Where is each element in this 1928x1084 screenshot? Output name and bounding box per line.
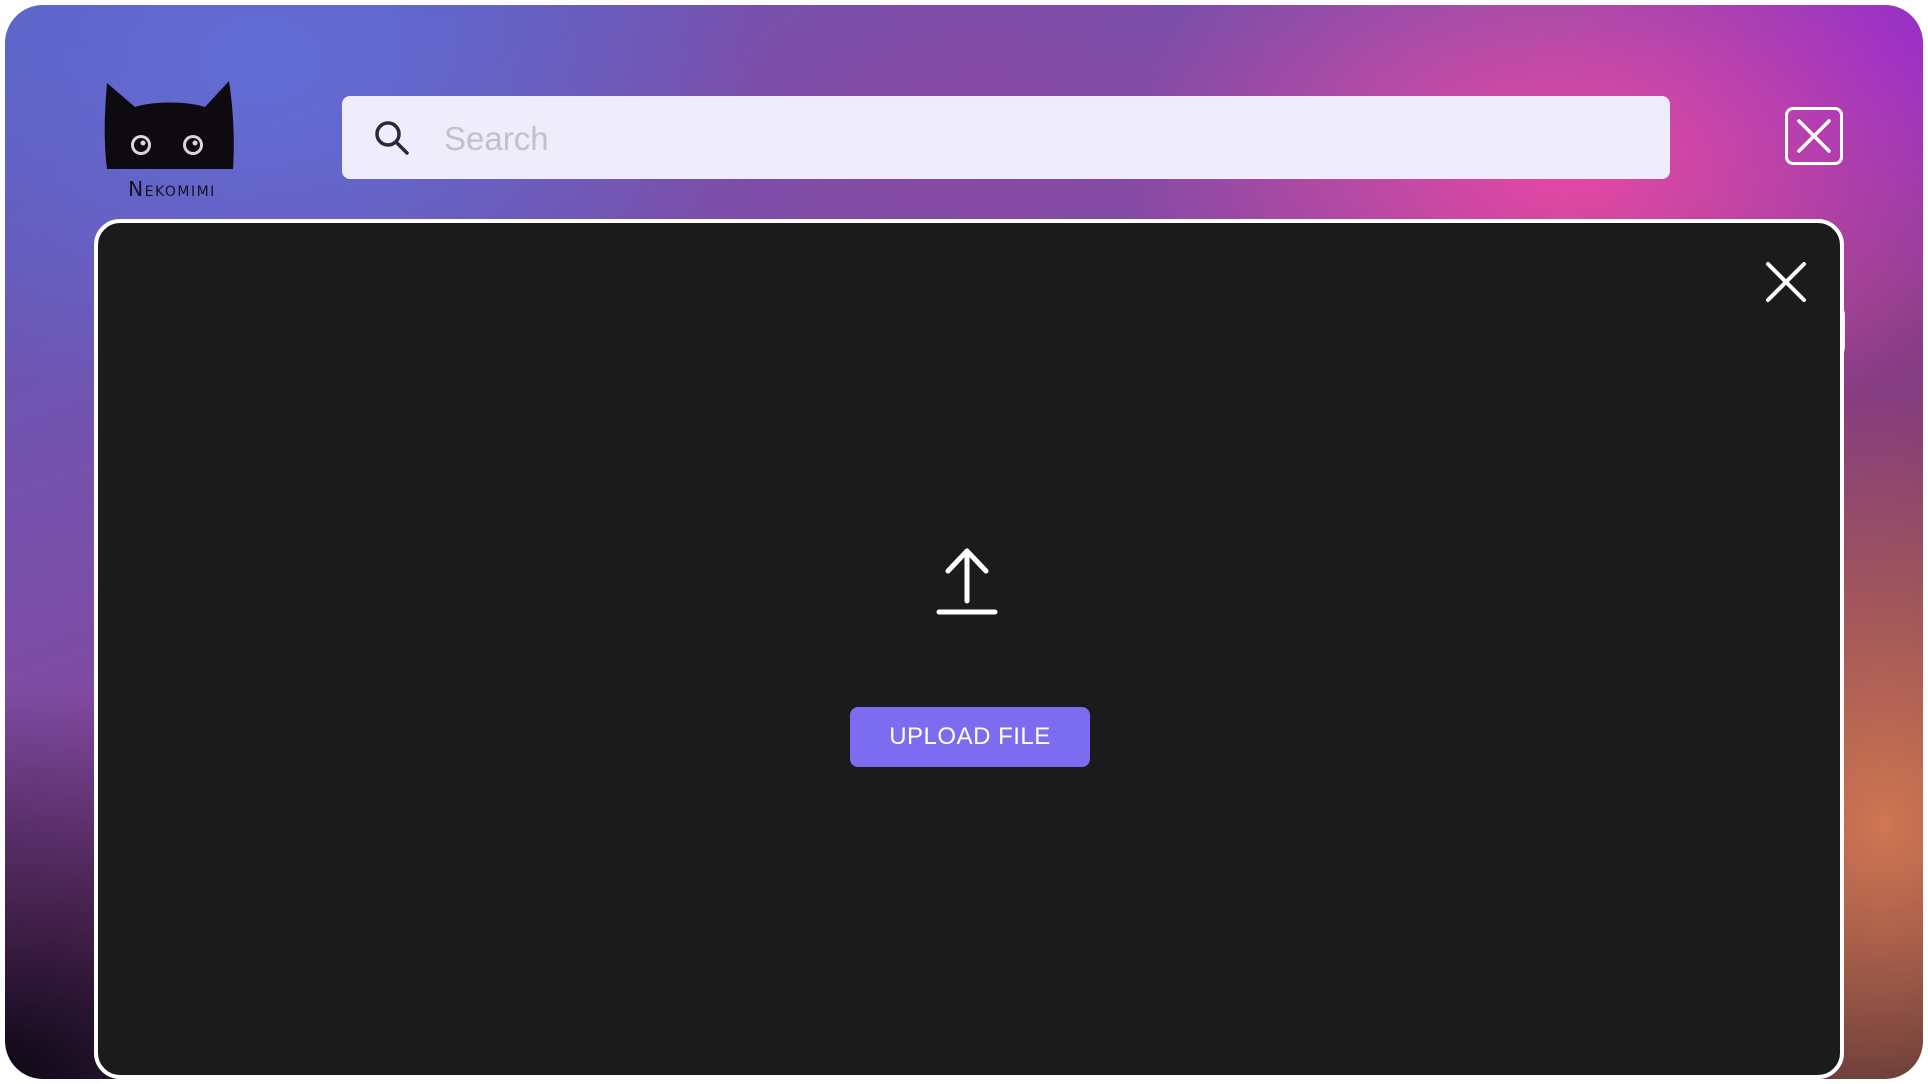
brand-logo[interactable]: Nekomimi (97, 77, 247, 207)
cat-ears-icon (104, 81, 234, 169)
close-icon[interactable] (1763, 259, 1809, 305)
upload-modal: UPLOAD FILE (94, 219, 1844, 1079)
close-icon (1797, 119, 1831, 153)
upload-file-button[interactable]: UPLOAD FILE (850, 707, 1090, 767)
close-window-button[interactable] (1785, 107, 1843, 165)
search-bar (342, 96, 1670, 181)
upload-arrow-icon (936, 548, 998, 615)
app-background: Nekomimi UPLOAD FILE (5, 5, 1923, 1079)
search-icon (375, 121, 409, 155)
brand-name: Nekomimi (128, 177, 216, 201)
search-input[interactable] (442, 96, 1646, 181)
